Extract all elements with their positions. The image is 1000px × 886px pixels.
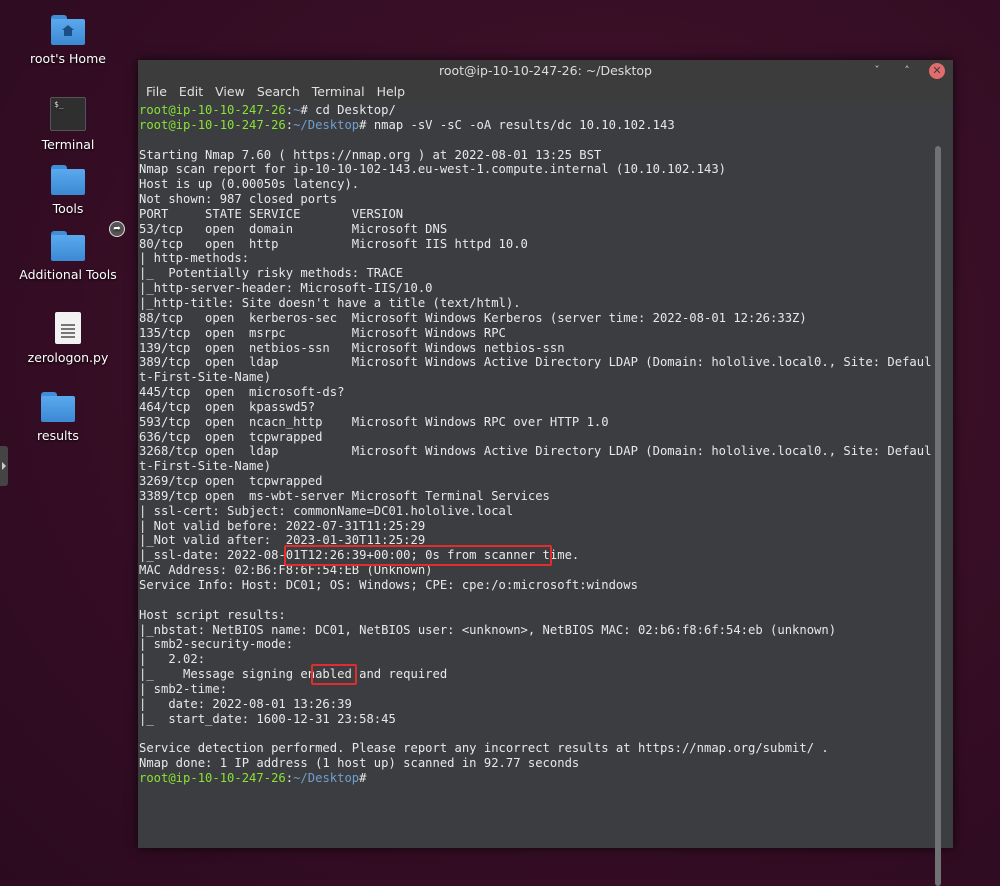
output-line: |_ Message signing enabled and required <box>139 667 448 682</box>
desktop-icon-label: root's Home <box>30 51 106 66</box>
output-line: |_http-server-header: Microsoft-IIS/10.0 <box>139 281 433 296</box>
output-line: Not shown: 987 closed ports <box>139 192 338 207</box>
output-line: 389/tcp open ldap Microsoft Windows Acti… <box>139 355 932 370</box>
window-title: root@ip-10-10-247-26: ~/Desktop <box>438 63 652 78</box>
maximize-button[interactable]: ˄ <box>899 63 915 79</box>
highlight-box-netbios-name <box>311 664 357 685</box>
terminal-text: root@ip-10-10-247-26:~# cd Desktop/ root… <box>139 103 931 786</box>
desktop-icon-label: results <box>37 428 79 443</box>
output-line: Host is up (0.00050s latency). <box>139 177 360 192</box>
output-line: 464/tcp open kpasswd5? <box>139 399 316 414</box>
desktop-icon-label: Tools <box>52 201 84 216</box>
prompt-user: root@ip-10-10-247-26 <box>139 103 286 117</box>
output-line: 3269/tcp open tcpwrapped <box>139 474 323 489</box>
desktop-icon-additional-tools[interactable]: ➦ Additional Tools <box>13 221 125 282</box>
output-line: | date: 2022-08-01 13:26:39 <box>139 696 352 711</box>
terminal-window: root@ip-10-10-247-26: ~/Desktop ˇ ˄ ✕ Fi… <box>138 60 953 886</box>
output-line: | ssl-cert: Subject: commonName=DC01.hol… <box>139 503 514 518</box>
output-line: 139/tcp open netbios-ssn Microsoft Windo… <box>139 340 565 355</box>
folder-icon <box>51 165 85 195</box>
desktop-icon-terminal[interactable]: $_ Terminal <box>13 97 123 152</box>
output-line: 80/tcp open http Microsoft IIS httpd 10.… <box>139 236 528 251</box>
desktop-icon-label: Additional Tools <box>19 267 117 282</box>
output-line: t-First-Site-Name) <box>139 459 272 474</box>
output-line: Starting Nmap 7.60 ( https://nmap.org ) … <box>139 147 602 162</box>
output-line: 636/tcp open tcpwrapped <box>139 429 323 444</box>
prompt-command: # cd Desktop/ <box>300 103 396 117</box>
side-panel-handle[interactable] <box>0 446 8 486</box>
menu-terminal[interactable]: Terminal <box>306 82 371 102</box>
scrollbar[interactable] <box>935 146 941 886</box>
menu-help[interactable]: Help <box>371 82 412 102</box>
prompt-path: ~/Desktop <box>293 770 360 785</box>
output-line: | 2.02: <box>139 652 206 667</box>
close-button[interactable]: ✕ <box>929 63 945 79</box>
minimize-button[interactable]: ˇ <box>869 63 885 79</box>
output-line: |_ Potentially risky methods: TRACE <box>139 266 404 281</box>
output-line: |_http-title: Site doesn't have a title … <box>139 295 521 310</box>
output-line: Nmap scan report for ip-10-10-102-143.eu… <box>139 162 726 177</box>
output-line: | Not valid before: 2022-07-31T11:25:29 <box>139 518 426 533</box>
menu-bar: File Edit View Search Terminal Help <box>138 82 953 102</box>
desktop-icon-label: zerologon.py <box>27 350 109 365</box>
scrollbar-thumb[interactable] <box>935 146 941 886</box>
desktop-icon-home[interactable]: root's Home <box>13 15 123 66</box>
desktop-icon-label: Terminal <box>41 137 95 152</box>
output-line: PORT STATE SERVICE VERSION <box>139 206 404 221</box>
text-file-icon <box>55 312 81 344</box>
folder-icon <box>41 392 75 422</box>
output-line: 3268/tcp open ldap Microsoft Windows Act… <box>139 444 932 459</box>
prompt-command: # <box>359 770 367 785</box>
output-line: 445/tcp open microsoft-ds? <box>139 385 345 400</box>
terminal-icon: $_ <box>50 97 86 131</box>
desktop-icon-results[interactable]: results <box>3 392 113 443</box>
output-line: |_ start_date: 1600-12-31 23:58:45 <box>139 711 396 726</box>
highlight-box-commonname <box>284 545 552 566</box>
output-line: Service detection performed. Please repo… <box>139 741 829 756</box>
output-line: 3389/tcp open ms-wbt-server Microsoft Te… <box>139 488 550 503</box>
desktop-icon-zerologon[interactable]: zerologon.py <box>13 312 123 365</box>
output-line: Service Info: Host: DC01; OS: Windows; C… <box>139 578 638 592</box>
desktop-icon-tools[interactable]: Tools <box>13 165 123 216</box>
output-line: |_nbstat: NetBIOS name: DC01, NetBIOS us… <box>139 622 837 637</box>
prompt-line: root@ip-10-10-247-26:~/Desktop# <box>139 770 367 785</box>
output-line: 135/tcp open msrpc Microsoft Windows RPC <box>139 325 506 340</box>
folder-link-icon: ➦ <box>51 221 125 261</box>
menu-search[interactable]: Search <box>251 82 306 102</box>
output-line: | http-methods: <box>139 251 250 266</box>
output-line: 593/tcp open ncacn_http Microsoft Window… <box>139 414 609 429</box>
output-line: t-First-Site-Name) <box>139 370 272 385</box>
prompt-path: ~/Desktop <box>293 117 360 132</box>
home-folder-icon <box>51 15 85 45</box>
prompt-line: root@ip-10-10-247-26:~# cd Desktop/ <box>139 103 396 117</box>
prompt-user: root@ip-10-10-247-26 <box>139 770 286 785</box>
prompt-command: # nmap -sV -sC -oA results/dc 10.10.102.… <box>359 117 675 132</box>
output-line: 88/tcp open kerberos-sec Microsoft Windo… <box>139 310 807 325</box>
nmap-output: Starting Nmap 7.60 ( https://nmap.org ) … <box>139 148 931 771</box>
menu-view[interactable]: View <box>209 82 251 102</box>
output-line: | smb2-security-mode: <box>139 637 294 652</box>
menu-edit[interactable]: Edit <box>173 82 209 102</box>
output-line: Nmap done: 1 IP address (1 host up) scan… <box>139 756 580 771</box>
output-line: | smb2-time: <box>139 681 228 696</box>
menu-file[interactable]: File <box>140 82 173 102</box>
link-arrow-icon: ➦ <box>109 221 125 237</box>
prompt-user: root@ip-10-10-247-26 <box>139 117 286 132</box>
output-line: Host script results: <box>139 607 286 622</box>
output-line: 53/tcp open domain Microsoft DNS <box>139 221 448 236</box>
prompt-line: root@ip-10-10-247-26:~/Desktop# nmap -sV… <box>139 117 675 132</box>
title-bar[interactable]: root@ip-10-10-247-26: ~/Desktop ˇ ˄ ✕ <box>138 60 953 82</box>
terminal-output-area[interactable]: root@ip-10-10-247-26:~# cd Desktop/ root… <box>138 102 943 886</box>
